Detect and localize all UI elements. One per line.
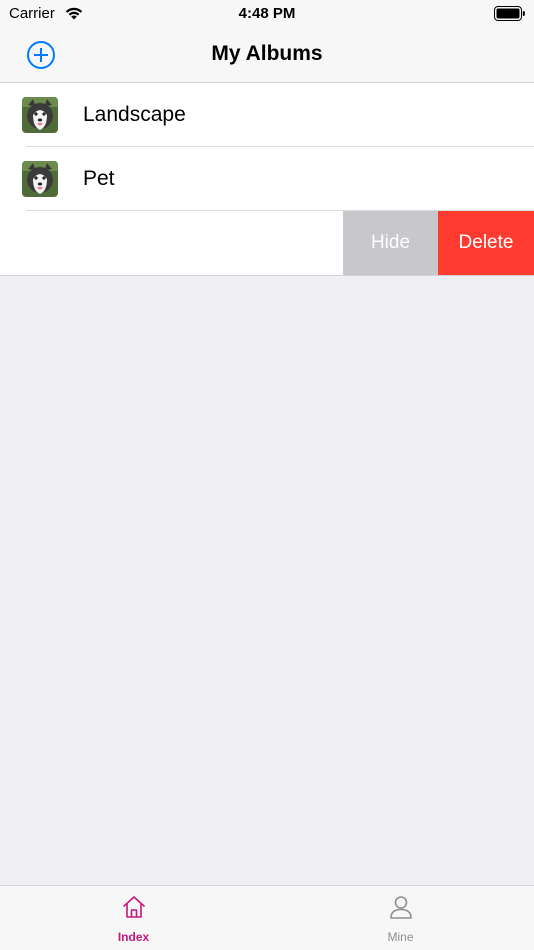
husky-dog-photo (22, 161, 58, 197)
home-icon (123, 896, 145, 918)
album-row-swiped[interactable]: Hide Delete (0, 211, 534, 275)
album-list: Landscape Pet Hide Delete (0, 83, 534, 276)
clock: 4:48 PM (238, 5, 296, 22)
album-label: Landscape (83, 103, 186, 126)
hide-button[interactable]: Hide (343, 211, 438, 275)
album-row-landscape[interactable]: Landscape (0, 83, 534, 147)
person-icon (390, 896, 412, 919)
album-label: Pet (83, 167, 115, 190)
nav-bar: My Albums (0, 28, 534, 83)
screen: Carrier 4:48 PM My Albums Landscape Pet … (0, 0, 534, 950)
album-thumbnail (22, 161, 58, 197)
tab-mine[interactable]: Mine (267, 886, 534, 950)
status-bar: Carrier 4:48 PM (0, 0, 534, 28)
battery-icon (494, 6, 525, 21)
tab-bar: Index Mine (0, 885, 534, 950)
tab-label: Mine (387, 930, 414, 944)
tab-index[interactable]: Index (0, 886, 267, 950)
husky-dog-photo (22, 97, 58, 133)
album-row-pet[interactable]: Pet (0, 147, 534, 211)
album-thumbnail (22, 97, 58, 133)
page-title: My Albums (211, 42, 323, 65)
tab-label: Index (117, 930, 150, 944)
delete-button[interactable]: Delete (438, 211, 534, 275)
